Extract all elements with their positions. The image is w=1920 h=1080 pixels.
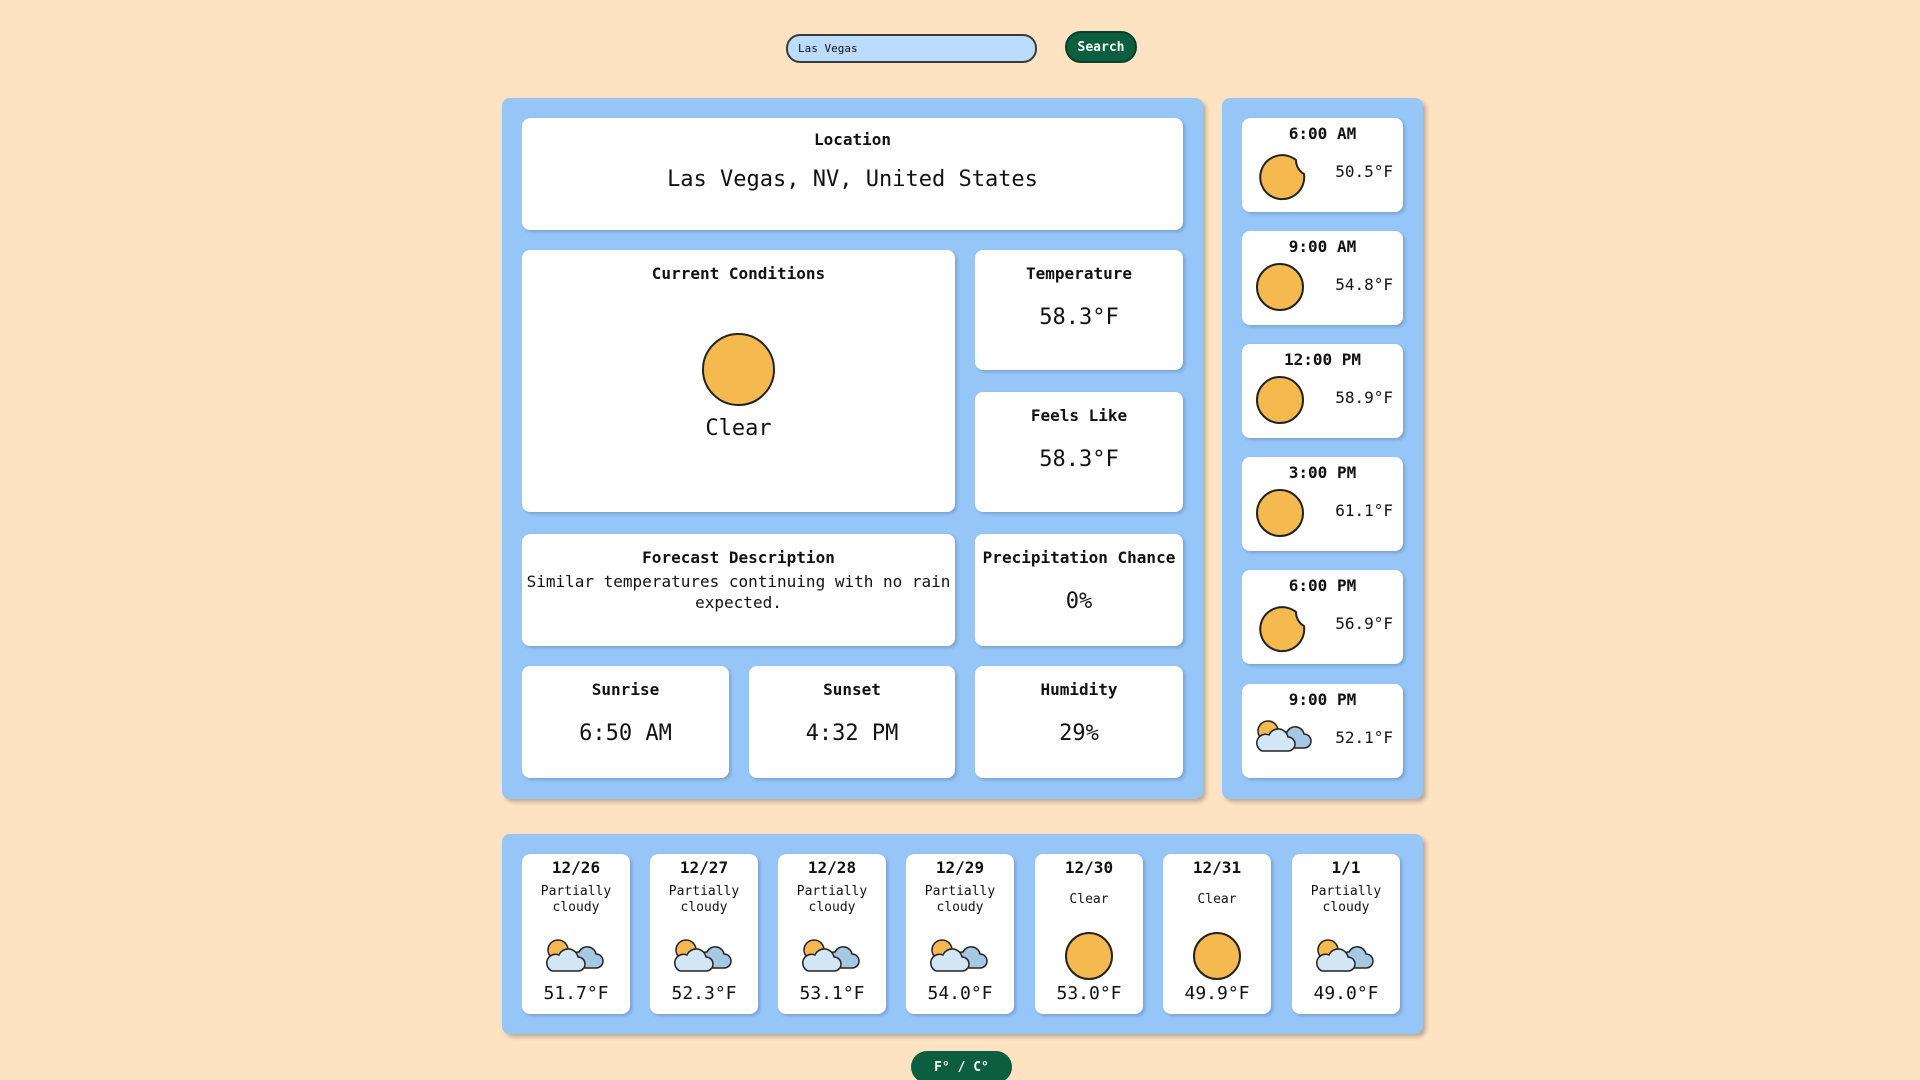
hourly-temp: 52.1°F <box>1335 728 1393 747</box>
sun-icon <box>1193 932 1241 980</box>
current-conditions-card: Current Conditions Clear <box>522 250 955 512</box>
partly-cloudy-icon <box>650 934 758 978</box>
forecast-description-title: Forecast Description <box>642 548 835 567</box>
hourly-card: 6:00 PM 56.9°F <box>1242 570 1403 664</box>
daily-date: 12/27 <box>679 858 729 877</box>
hourly-card: 3:00 PM 61.1°F <box>1242 457 1403 551</box>
sunset-title: Sunset <box>823 680 881 699</box>
hourly-temp: 61.1°F <box>1335 501 1393 520</box>
partly-cloudy-icon <box>906 934 1014 978</box>
daily-condition: Partially cloudy <box>1310 884 1382 915</box>
current-condition-label: Clear <box>705 416 772 441</box>
sunrise-card: Sunrise 6:50 AM <box>522 666 729 778</box>
hourly-time: 9:00 PM <box>1288 690 1357 709</box>
sun-icon <box>1256 263 1304 311</box>
daily-card: 12/31 Clear 49.9°F <box>1163 854 1271 1014</box>
hourly-time: 9:00 AM <box>1288 237 1357 256</box>
hourly-card: 9:00 PM 52.1°F <box>1242 684 1403 778</box>
daily-panel: 12/26 Partially cloudy 51.7°F 12/27 Part… <box>502 834 1423 1034</box>
sun-icon <box>1065 932 1113 980</box>
daily-condition: Partially cloudy <box>796 884 868 915</box>
daily-date: 12/30 <box>1064 858 1114 877</box>
partly-cloudy-icon <box>1292 934 1400 978</box>
sun-icon <box>1256 489 1304 537</box>
sunrise-title: Sunrise <box>591 680 660 699</box>
location-value: Las Vegas, NV, United States <box>667 167 1038 192</box>
precipitation-card: Precipitation Chance 0% <box>975 534 1183 646</box>
daily-card: 12/28 Partially cloudy 53.1°F <box>778 854 886 1014</box>
precipitation-title: Precipitation Chance <box>982 548 1176 567</box>
partly-cloudy-icon <box>1254 718 1314 758</box>
daily-card: 12/30 Clear 53.0°F <box>1035 854 1143 1014</box>
hourly-card: 9:00 AM 54.8°F <box>1242 231 1403 325</box>
temperature-value: 58.3°F <box>1039 305 1119 330</box>
daily-temp: 52.3°F <box>671 983 737 1004</box>
daily-temp: 54.0°F <box>927 983 993 1004</box>
sunset-value: 4:32 PM <box>805 721 899 746</box>
humidity-value: 29% <box>1059 721 1099 746</box>
search-input[interactable] <box>786 34 1037 63</box>
feels-like-card: Feels Like 58.3°F <box>975 392 1183 512</box>
daily-condition: Clear <box>1197 892 1237 907</box>
daily-date: 12/26 <box>551 858 601 877</box>
unit-toggle-button[interactable]: F° / C° <box>911 1051 1012 1080</box>
daily-condition: Clear <box>1069 892 1109 907</box>
sun-icon <box>1256 376 1304 424</box>
temperature-title: Temperature <box>1026 264 1132 283</box>
location-card: Location Las Vegas, NV, United States <box>522 118 1183 230</box>
daily-temp: 49.9°F <box>1184 983 1250 1004</box>
hourly-temp: 56.9°F <box>1335 614 1393 633</box>
humidity-card: Humidity 29% <box>975 666 1183 778</box>
daily-card: 1/1 Partially cloudy 49.0°F <box>1292 854 1400 1014</box>
sunrise-value: 6:50 AM <box>579 721 672 746</box>
sunset-card: Sunset 4:32 PM <box>749 666 955 778</box>
partly-cloudy-icon <box>522 934 630 978</box>
feels-like-title: Feels Like <box>1030 406 1128 425</box>
moon-icon <box>1256 604 1308 660</box>
sun-icon <box>702 333 775 406</box>
partly-cloudy-icon <box>778 934 886 978</box>
hourly-time: 6:00 PM <box>1288 576 1357 595</box>
daily-card: 12/26 Partially cloudy 51.7°F <box>522 854 630 1014</box>
daily-condition: Partially cloudy <box>540 884 612 915</box>
daily-date: 12/28 <box>807 858 857 877</box>
forecast-description-card: Forecast Description Similar temperature… <box>522 534 955 646</box>
hourly-temp: 58.9°F <box>1335 388 1393 407</box>
daily-temp: 53.1°F <box>799 983 865 1004</box>
current-conditions-title: Current Conditions <box>651 264 826 283</box>
sun-icon <box>1163 932 1271 980</box>
daily-condition: Partially cloudy <box>668 884 740 915</box>
location-title: Location <box>813 130 892 149</box>
hourly-time: 12:00 PM <box>1283 350 1362 369</box>
daily-temp: 51.7°F <box>543 983 609 1004</box>
hourly-temp: 50.5°F <box>1335 162 1393 181</box>
humidity-title: Humidity <box>1040 680 1118 699</box>
sun-icon <box>1035 932 1143 980</box>
daily-date: 12/29 <box>935 858 985 877</box>
hourly-time: 3:00 PM <box>1288 463 1357 482</box>
hourly-panel: 6:00 AM 50.5°F 9:00 AM 54.8°F 12:00 PM 5… <box>1222 98 1423 799</box>
main-panel: Location Las Vegas, NV, United States Cu… <box>502 98 1203 799</box>
hourly-card: 12:00 PM 58.9°F <box>1242 344 1403 438</box>
daily-card: 12/29 Partially cloudy 54.0°F <box>906 854 1014 1014</box>
temperature-card: Temperature 58.3°F <box>975 250 1183 370</box>
daily-card: 12/27 Partially cloudy 52.3°F <box>650 854 758 1014</box>
daily-temp: 49.0°F <box>1313 983 1379 1004</box>
search-button[interactable]: Search <box>1065 31 1137 63</box>
daily-date: 1/1 <box>1331 858 1361 877</box>
hourly-temp: 54.8°F <box>1335 275 1393 294</box>
feels-like-value: 58.3°F <box>1039 447 1119 472</box>
precipitation-value: 0% <box>1065 589 1093 614</box>
daily-condition: Partially cloudy <box>924 884 996 915</box>
moon-icon <box>1256 152 1308 208</box>
hourly-time: 6:00 AM <box>1288 124 1357 143</box>
daily-temp: 53.0°F <box>1056 983 1122 1004</box>
hourly-card: 6:00 AM 50.5°F <box>1242 118 1403 212</box>
forecast-description-text: Similar temperatures continuing with no … <box>526 572 951 612</box>
daily-date: 12/31 <box>1192 858 1242 877</box>
